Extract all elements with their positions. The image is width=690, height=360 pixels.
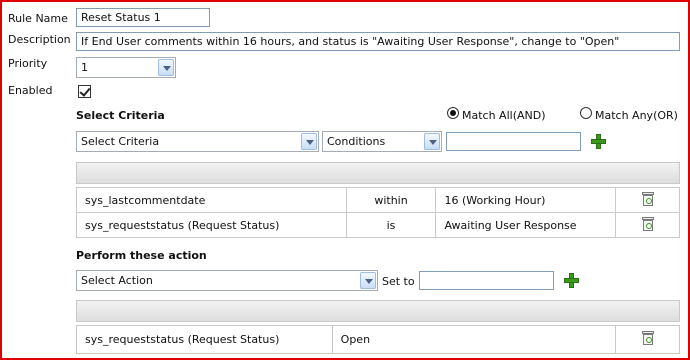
delete-cell: [615, 325, 680, 354]
action-value-cell: Open: [331, 325, 617, 354]
trash-icon[interactable]: [641, 191, 654, 206]
set-to-label: Set to: [382, 275, 415, 288]
criteria-value-input[interactable]: [446, 132, 581, 151]
criteria-field-cell: sys_requeststatus (Request Status): [76, 212, 347, 238]
table-row: sys_requeststatus (Request Status) Open: [76, 325, 680, 354]
action-select[interactable]: Select Action: [76, 270, 378, 291]
criteria-select-value: Select Criteria: [81, 135, 160, 148]
trash-icon[interactable]: [641, 216, 654, 231]
description-input[interactable]: If End User comments within 16 hours, an…: [76, 32, 680, 51]
delete-cell: [615, 212, 680, 238]
action-field-cell: sys_requeststatus (Request Status): [76, 325, 333, 354]
criteria-select[interactable]: Select Criteria: [76, 131, 319, 152]
criteria-value-cell: Awaiting User Response: [435, 212, 617, 238]
criteria-value-cell: 16 (Working Hour): [435, 187, 617, 213]
criteria-operator-cell: within: [345, 187, 437, 213]
trash-icon[interactable]: [641, 331, 654, 345]
rule-name-label: Rule Name: [8, 12, 68, 25]
plus-icon[interactable]: [563, 272, 579, 288]
priority-select[interactable]: 1: [76, 57, 176, 78]
chevron-down-icon[interactable]: [158, 59, 174, 76]
enabled-checkbox[interactable]: [78, 85, 91, 98]
chevron-down-icon[interactable]: [360, 272, 376, 289]
description-label: Description: [8, 33, 71, 46]
criteria-grid-header: [76, 162, 680, 184]
criteria-operator-cell: is: [345, 212, 437, 238]
chevron-down-icon[interactable]: [424, 133, 440, 150]
rule-name-input[interactable]: Reset Status 1: [76, 8, 210, 27]
plus-icon[interactable]: [590, 133, 606, 149]
match-all-label: Match All(AND): [462, 109, 546, 122]
match-all-radio[interactable]: [447, 107, 459, 119]
priority-select-value: 1: [81, 61, 88, 74]
conditions-select[interactable]: Conditions: [322, 131, 442, 152]
criteria-grid: sys_lastcommentdate within 16 (Working H…: [76, 187, 680, 238]
priority-label: Priority: [8, 57, 48, 70]
actions-grid: sys_requeststatus (Request Status) Open: [76, 325, 680, 354]
set-to-input[interactable]: [419, 271, 554, 290]
rule-editor-frame: Rule Name Reset Status 1 Description If …: [0, 0, 690, 360]
enabled-label: Enabled: [8, 84, 53, 97]
match-any-label: Match Any(OR): [595, 109, 678, 122]
table-row: sys_lastcommentdate within 16 (Working H…: [76, 187, 680, 213]
actions-grid-header: [76, 300, 680, 322]
match-any-radio[interactable]: [580, 107, 592, 119]
perform-action-title: Perform these action: [76, 249, 207, 262]
chevron-down-icon[interactable]: [301, 133, 317, 150]
action-select-value: Select Action: [81, 274, 153, 287]
delete-cell: [615, 187, 680, 213]
select-criteria-title: Select Criteria: [76, 109, 165, 122]
table-row: sys_requeststatus (Request Status) is Aw…: [76, 212, 680, 238]
conditions-select-value: Conditions: [327, 135, 386, 148]
criteria-field-cell: sys_lastcommentdate: [76, 187, 347, 213]
